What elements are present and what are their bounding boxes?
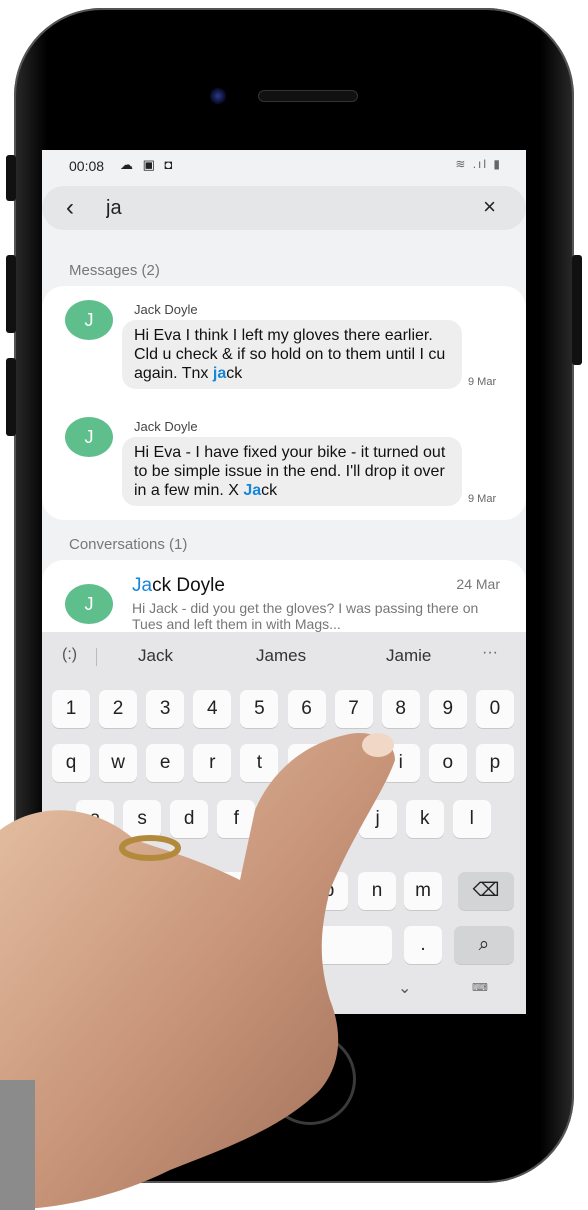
hide-keyboard-icon[interactable]: ⌄ [398, 978, 411, 998]
avatar: J [65, 584, 113, 624]
key-1[interactable]: 1 [52, 690, 90, 728]
key-7[interactable]: 7 [334, 690, 373, 728]
search-bar: ‹ × [42, 186, 526, 230]
match-highlight: Ja [243, 482, 262, 499]
status-time: 00:08 [69, 158, 105, 174]
key-9[interactable]: 9 [428, 690, 467, 728]
message-date: 9 Mar [468, 376, 497, 388]
phone-screen: 00:08 ☁ ▣ ◘ ≋ .ıl ▮ ‹ × Messages (2) J J… [42, 150, 526, 1014]
key-0[interactable]: 0 [475, 690, 514, 728]
message-text-end: ck [226, 365, 243, 382]
front-camera-icon [210, 88, 226, 104]
signal-battery-icons: ≋ .ıl ▮ [455, 157, 502, 171]
volume-up-button[interactable] [6, 255, 16, 333]
period-key[interactable]: . [404, 926, 442, 964]
more-icon[interactable]: ··· [482, 644, 498, 662]
home-button[interactable] [264, 1033, 356, 1125]
avatar: J [65, 417, 113, 457]
key-n[interactable]: n [358, 872, 396, 910]
key-v[interactable]: v [264, 872, 302, 910]
key-j[interactable]: j [358, 800, 397, 838]
message-text: Hi Eva - I have fixed your bike - it tur… [134, 444, 446, 499]
key-5[interactable]: 5 [240, 690, 279, 728]
messages-card: J Jack Doyle Hi Eva I think I left my gl… [42, 286, 526, 520]
clear-icon[interactable]: × [483, 194, 496, 220]
nav-bar: ⌄ ⌨ [42, 968, 526, 1014]
match-highlight: ja [212, 365, 227, 382]
conversations-section-header: Conversations (1) [69, 536, 188, 553]
key-c[interactable]: c [218, 872, 256, 910]
key-4[interactable]: 4 [193, 690, 232, 728]
message-date: 9 Mar [468, 493, 497, 505]
key-u[interactable]: u [334, 744, 373, 782]
key-e[interactable]: e [146, 744, 185, 782]
key-x[interactable]: x [140, 872, 178, 910]
message-text: Hi Eva I think I left my gloves there ea… [134, 327, 446, 382]
key-s[interactable]: s [123, 800, 162, 838]
key-o[interactable]: o [428, 744, 467, 782]
message-result-item[interactable]: J Jack Doyle Hi Eva I think I left my gl… [42, 286, 526, 403]
back-icon[interactable]: ‹ [66, 194, 74, 222]
notification-icons: ☁ ▣ ◘ [120, 157, 176, 172]
key-f[interactable]: f [217, 800, 256, 838]
conversation-name: Jack Doyle [132, 575, 225, 597]
key-6[interactable]: 6 [287, 690, 326, 728]
conversation-name-rest: ck Doyle [152, 575, 225, 596]
on-screen-keyboard: (:) Jack James Jamie ··· 1234567890 qwert… [42, 632, 526, 1014]
key-d[interactable]: d [170, 800, 209, 838]
key-q[interactable]: q [52, 744, 90, 782]
key-m[interactable]: m [404, 872, 442, 910]
key-8[interactable]: 8 [381, 690, 420, 728]
search-key[interactable]: ⌕ [454, 926, 514, 964]
keyboard-icon[interactable]: ⌨ [472, 981, 488, 994]
key-w[interactable]: w [99, 744, 138, 782]
key-2[interactable]: 2 [99, 690, 138, 728]
message-sender: Jack Doyle [134, 419, 198, 434]
messages-section-header: Messages (2) [69, 262, 160, 279]
match-highlight: Ja [132, 575, 153, 596]
earpiece-speaker [258, 90, 358, 102]
avatar: J [65, 300, 113, 340]
emoji-icon[interactable]: (:) [62, 646, 77, 664]
key-g[interactable]: g [264, 800, 303, 838]
power-button[interactable] [572, 255, 582, 365]
key-b[interactable]: b [310, 872, 348, 910]
key-y[interactable]: y [287, 744, 326, 782]
key-3[interactable]: 3 [146, 690, 185, 728]
key-a[interactable]: a [76, 800, 114, 838]
suggestion-jamie[interactable]: Jamie [386, 646, 431, 666]
message-text-end: ck [261, 482, 278, 499]
message-sender: Jack Doyle [134, 302, 198, 317]
key-p[interactable]: p [475, 744, 514, 782]
key-t[interactable]: t [240, 744, 279, 782]
space-key[interactable] [262, 926, 392, 964]
message-bubble: Hi Eva - I have fixed your bike - it tur… [122, 437, 462, 506]
message-result-item[interactable]: J Jack Doyle Hi Eva - I have fixed your … [42, 403, 526, 520]
message-bubble: Hi Eva I think I left my gloves there ea… [122, 320, 462, 389]
key-k[interactable]: k [405, 800, 444, 838]
suggestion-divider [96, 648, 97, 666]
status-bar: 00:08 ☁ ▣ ◘ ≋ .ıl ▮ [42, 150, 526, 180]
suggestion-jack[interactable]: Jack [138, 646, 173, 666]
backspace-key[interactable]: ⌫ [458, 872, 514, 910]
suggestion-strip: (:) Jack James Jamie ··· [42, 632, 526, 678]
conversation-date: 24 Mar [456, 576, 500, 592]
key-i[interactable]: i [381, 744, 420, 782]
key-h[interactable]: h [311, 800, 350, 838]
conversation-preview: Hi Jack - did you get the gloves? I was … [132, 600, 479, 632]
volume-down-button[interactable] [6, 358, 16, 436]
suggestion-james[interactable]: James [256, 646, 306, 666]
key-l[interactable]: l [452, 800, 491, 838]
search-input[interactable] [104, 193, 408, 223]
key-z[interactable]: z [96, 872, 134, 910]
mute-switch[interactable] [6, 155, 16, 201]
key-r[interactable]: r [193, 744, 232, 782]
